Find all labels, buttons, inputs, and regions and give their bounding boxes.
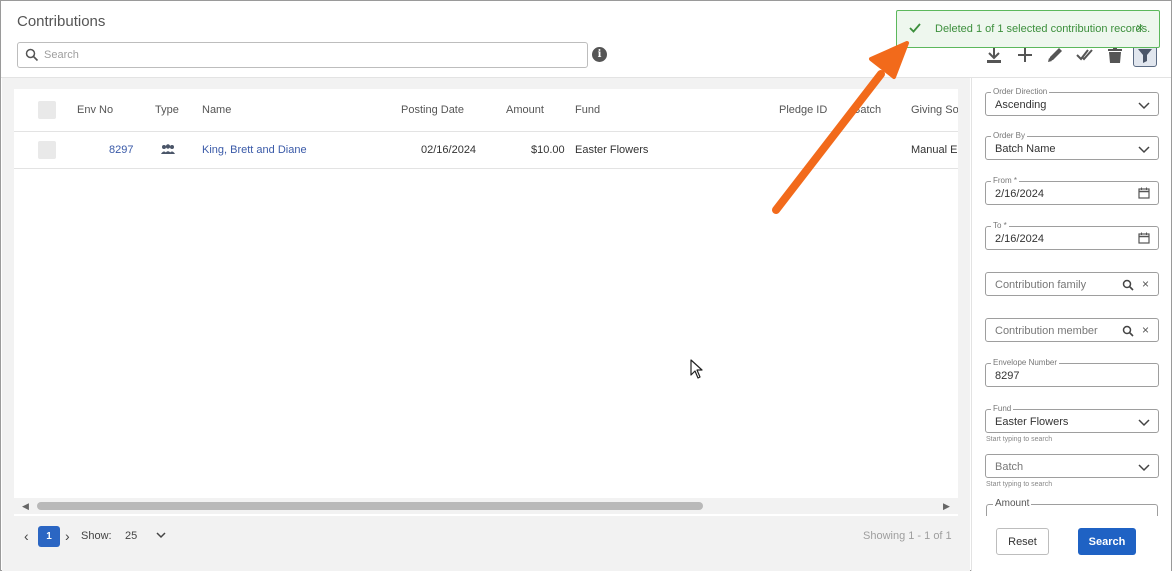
search-icon[interactable] [1122,279,1134,291]
scrollbar-thumb[interactable] [37,502,703,510]
search-button[interactable]: Search [1078,528,1136,555]
horizontal-scrollbar[interactable]: ◀ ▶ [14,498,958,514]
calendar-icon[interactable] [1138,232,1150,244]
contribution-member-placeholder: Contribution member [995,325,1098,337]
contributions-window: Contributions i Env No Type [0,0,1172,571]
info-icon[interactable]: i [592,47,607,62]
contribution-member-field[interactable]: Contribution member × [985,318,1159,342]
select-all-checkbox[interactable] [38,101,56,119]
family-icon [161,144,175,154]
checkmark-icon [909,23,921,33]
contribution-family-field[interactable]: Contribution family × [985,272,1159,296]
clear-icon[interactable]: × [1142,278,1149,290]
search-icon[interactable] [1122,325,1134,337]
col-amount[interactable]: Amount [506,104,544,116]
row-fund: Easter Flowers [575,144,649,156]
row-name[interactable]: King, Brett and Diane [202,144,307,156]
filter-panel: Order Direction Ascending Order By Batch… [971,78,1171,571]
order-by-label: Order By [991,131,1028,141]
to-date-field[interactable]: To * 2/16/2024 [985,221,1159,250]
success-toast: Deleted 1 of 1 selected contribution rec… [896,10,1160,48]
row-giving-source: Manual Entry [911,144,958,156]
row-env-no[interactable]: 8297 [109,144,133,156]
chevron-down-icon [1138,419,1150,427]
table-row[interactable]: 8297 King, Brett and Diane 02/16/2024 $1… [14,132,958,169]
search-icon [25,48,39,62]
batch-placeholder: Batch [995,461,1024,473]
fund-hint: Start typing to search [986,436,1053,443]
chevron-down-icon [1138,146,1150,154]
page-size-select[interactable]: 25 [125,530,137,542]
search-box[interactable] [17,42,588,68]
row-posting-date: 02/16/2024 [421,144,477,156]
from-date-label: From * [991,176,1019,186]
prev-page-icon[interactable]: ‹ [24,528,29,544]
batch-hint: Start typing to search [986,481,1053,488]
to-date-label: To * [991,221,1009,231]
chevron-down-icon [1138,102,1150,110]
order-direction-select[interactable]: Order Direction Ascending [985,87,1159,116]
table-header: Env No Type Name Posting Date Amount Fun… [14,89,958,132]
envelope-number-value: 8297 [995,370,1020,382]
order-direction-value: Ascending [995,99,1047,111]
envelope-number-label: Envelope Number [991,358,1060,368]
amount-label: Amount [993,498,1032,509]
order-by-value: Batch Name [995,143,1056,155]
col-type[interactable]: Type [155,104,179,116]
row-checkbox[interactable] [38,141,56,159]
reset-button[interactable]: Reset [996,528,1049,555]
scroll-right-icon[interactable]: ▶ [943,501,950,512]
next-page-icon[interactable]: › [65,528,70,544]
page-1-button[interactable]: 1 [38,526,60,547]
search-input[interactable] [44,46,574,64]
show-label: Show: [81,530,112,542]
to-date-value: 2/16/2024 [995,233,1044,245]
col-env-no[interactable]: Env No [77,104,113,116]
page-title: Contributions [17,13,106,30]
chevron-down-icon[interactable] [155,529,167,541]
close-icon[interactable]: × [1136,21,1144,35]
order-by-select[interactable]: Order By Batch Name [985,131,1159,160]
fund-select[interactable]: Fund Easter Flowers [985,404,1159,433]
col-fund[interactable]: Fund [575,104,600,116]
envelope-number-field[interactable]: Envelope Number 8297 [985,358,1159,387]
showing-count: Showing 1 - 1 of 1 [863,530,952,542]
row-amount: $10.00 [531,144,565,156]
contributions-table: Env No Type Name Posting Date Amount Fun… [14,89,958,516]
from-date-field[interactable]: From * 2/16/2024 [985,176,1159,205]
col-pledge-id[interactable]: Pledge ID [779,104,827,116]
from-date-value: 2/16/2024 [995,188,1044,200]
filter-actions: Reset Search [972,516,1171,571]
mouse-cursor-icon [690,359,703,379]
batch-select[interactable]: Batch [985,454,1159,478]
contribution-family-placeholder: Contribution family [995,279,1087,291]
clear-icon[interactable]: × [1142,324,1149,336]
chevron-down-icon [1138,464,1150,472]
col-name[interactable]: Name [202,104,231,116]
fund-label: Fund [991,404,1014,414]
order-direction-label: Order Direction [991,87,1050,97]
col-giving-source[interactable]: Giving Source [911,104,958,116]
toast-message: Deleted 1 of 1 selected contribution rec… [935,23,1151,35]
col-posting-date[interactable]: Posting Date [401,104,464,116]
col-batch[interactable]: Batch [853,104,881,116]
fund-value: Easter Flowers [995,416,1069,428]
calendar-icon[interactable] [1138,187,1150,199]
scroll-left-icon[interactable]: ◀ [22,501,29,512]
